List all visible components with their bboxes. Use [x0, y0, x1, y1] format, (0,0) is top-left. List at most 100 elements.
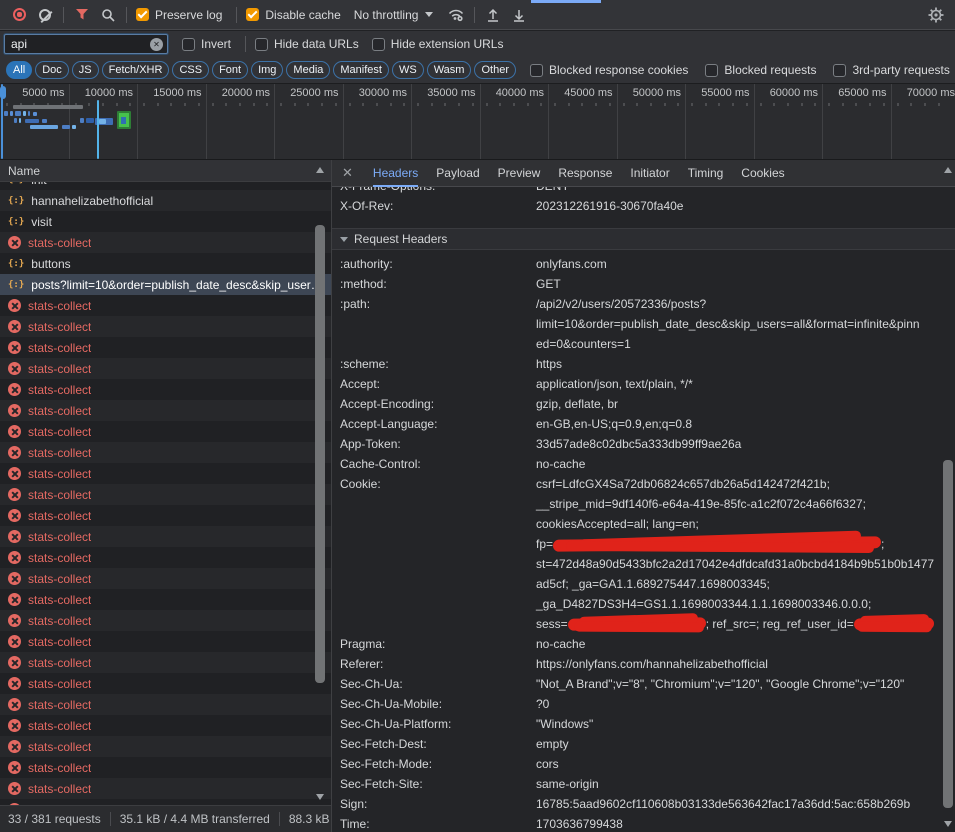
invert-checkbox[interactable]: Invert [182, 37, 231, 51]
header-row: Accept:application/json, text/plain, */* [332, 374, 955, 394]
request-row[interactable]: stats-collect [0, 421, 331, 442]
header-value: 1703636799438 [536, 814, 955, 832]
scroll-down-icon[interactable] [316, 794, 324, 800]
request-headers-section-header[interactable]: Request Headers [332, 228, 955, 250]
clear-filter-icon[interactable]: ✕ [150, 38, 163, 51]
request-row[interactable]: stats-collect [0, 778, 331, 799]
scroll-up-icon[interactable] [316, 167, 324, 173]
tab-headers[interactable]: Headers [373, 160, 418, 187]
request-row[interactable]: stats-collect [0, 589, 331, 610]
request-row[interactable]: stats-collect [0, 484, 331, 505]
request-row[interactable]: stats-collect [0, 610, 331, 631]
filter-pill-all[interactable]: All [6, 61, 32, 79]
request-row[interactable]: stats-collect [0, 316, 331, 337]
network-conditions-button[interactable] [443, 2, 469, 28]
search-button[interactable] [95, 2, 121, 28]
filter-pill-fetch-xhr[interactable]: Fetch/XHR [102, 61, 170, 79]
request-name: stats-collect [28, 488, 91, 502]
request-row[interactable]: stats-collect [0, 715, 331, 736]
hide-data-urls-checkbox[interactable]: Hide data URLs [255, 37, 359, 51]
request-row[interactable]: stats-collect [0, 673, 331, 694]
header-name: Sign: [340, 794, 536, 814]
request-row[interactable]: stats-collect [0, 232, 331, 253]
scrollbar-thumb[interactable] [315, 225, 325, 683]
preserve-log-checkbox[interactable]: Preserve log [136, 8, 222, 22]
tab-initiator[interactable]: Initiator [630, 160, 669, 187]
name-column-header[interactable]: Name [0, 160, 331, 182]
tab-preview[interactable]: Preview [498, 160, 541, 187]
error-icon [8, 299, 21, 312]
error-icon [8, 551, 21, 564]
blocked-response-cookies-checkbox[interactable]: Blocked response cookies [530, 63, 688, 77]
waterfall-overview[interactable]: 5000 ms10000 ms15000 ms20000 ms25000 ms3… [0, 84, 955, 160]
request-row[interactable]: stats-collect [0, 526, 331, 547]
request-list-scrollbar[interactable] [313, 162, 327, 805]
request-row[interactable]: stats-collect [0, 400, 331, 421]
timeline-dot [883, 103, 885, 106]
filter-pill-media[interactable]: Media [286, 61, 330, 79]
tab-response[interactable]: Response [558, 160, 612, 187]
timeline-dot [486, 103, 488, 106]
header-name: Sec-Ch-Ua: [340, 674, 536, 694]
toolbar-divider [236, 7, 237, 23]
throttling-dropdown[interactable]: No throttling [354, 8, 434, 22]
request-row[interactable]: stats-collect [0, 631, 331, 652]
request-row[interactable]: {:}buttons [0, 253, 331, 274]
request-row[interactable]: {:}visit [0, 211, 331, 232]
filter-pill-ws[interactable]: WS [392, 61, 424, 79]
scrollbar-thumb[interactable] [943, 460, 953, 808]
request-row[interactable]: stats-collect [0, 379, 331, 400]
request-row[interactable]: stats-collect [0, 736, 331, 757]
request-row[interactable]: stats-collect [0, 505, 331, 526]
request-row[interactable]: stats-collect [0, 547, 331, 568]
filter-pill-other[interactable]: Other [474, 61, 516, 79]
record-button[interactable] [6, 2, 32, 28]
close-icon[interactable]: ✕ [342, 165, 353, 181]
hide-extension-urls-checkbox[interactable]: Hide extension URLs [372, 37, 504, 51]
header-value-text: onlyfans.com [536, 257, 607, 271]
request-row[interactable]: stats-collect [0, 568, 331, 589]
request-row[interactable]: stats-collect [0, 694, 331, 715]
filter-toggle-button[interactable] [69, 2, 95, 28]
filter-pill-font[interactable]: Font [212, 61, 248, 79]
import-har-button[interactable] [480, 2, 506, 28]
header-value-line: 33d57ade8c02dbc5a333db99ff9ae26a [536, 434, 940, 454]
3rd-party-requests-checkbox[interactable]: 3rd-party requests [833, 63, 949, 77]
request-row[interactable]: stats-collect [0, 358, 331, 379]
request-row[interactable]: stats-collect [0, 757, 331, 778]
tab-payload[interactable]: Payload [436, 160, 479, 187]
header-value-text: cors [536, 757, 559, 771]
settings-button[interactable] [923, 2, 949, 28]
waterfall-bar [19, 118, 21, 123]
scroll-down-icon[interactable] [944, 821, 952, 827]
blocked-requests-checkbox[interactable]: Blocked requests [705, 63, 816, 77]
request-row[interactable]: {:}posts?limit=10&order=publish_date_des… [0, 274, 331, 295]
filter-pill-img[interactable]: Img [251, 61, 283, 79]
export-har-button[interactable] [506, 2, 532, 28]
tab-cookies[interactable]: Cookies [741, 160, 784, 187]
3rd-party-requests-label: 3rd-party requests [852, 63, 949, 77]
timeline-tick-label: 45000 ms [543, 87, 613, 99]
disable-cache-checkbox[interactable]: Disable cache [246, 8, 340, 22]
request-row[interactable]: {:}hannahelizabethofficial [0, 190, 331, 211]
scroll-up-icon[interactable] [944, 167, 952, 173]
filter-pill-js[interactable]: JS [72, 61, 99, 79]
filter-pill-wasm[interactable]: Wasm [427, 61, 472, 79]
clear-button[interactable] [32, 2, 58, 28]
filter-input[interactable] [5, 35, 167, 53]
request-row[interactable]: stats-collect [0, 442, 331, 463]
request-row[interactable]: stats-collect [0, 463, 331, 484]
header-name: Cookie: [340, 474, 536, 494]
header-value-text: limit=10&order=publish_date_desc&skip_us… [536, 317, 920, 331]
request-row[interactable]: stats-collect [0, 337, 331, 358]
filter-pill-css[interactable]: CSS [172, 61, 209, 79]
timeline-dot [129, 103, 131, 106]
tab-timing[interactable]: Timing [688, 160, 724, 187]
request-row[interactable]: stats-collect [0, 295, 331, 316]
request-row[interactable]: stats-collect [0, 652, 331, 673]
filter-pill-manifest[interactable]: Manifest [333, 61, 389, 79]
header-value-text: application/json, text/plain, */* [536, 377, 693, 391]
request-row[interactable]: {:}init [0, 182, 331, 190]
details-scrollbar[interactable] [941, 162, 955, 832]
filter-pill-doc[interactable]: Doc [35, 61, 69, 79]
